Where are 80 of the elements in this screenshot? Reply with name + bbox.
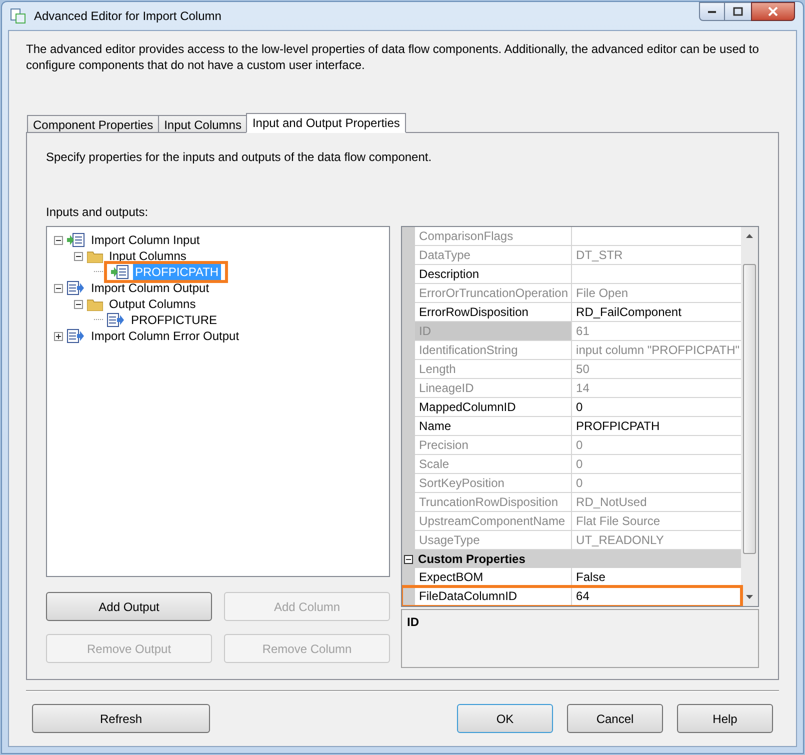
property-value[interactable]: RD_FailComponent — [572, 303, 741, 322]
property-value[interactable]: RD_NotUsed — [572, 493, 741, 512]
collapse-toggle[interactable] — [74, 300, 83, 308]
scroll-down-icon[interactable] — [746, 595, 753, 599]
scrollbar-thumb[interactable] — [743, 264, 756, 554]
close-icon — [768, 7, 778, 16]
close-button[interactable] — [751, 2, 795, 21]
property-name[interactable]: ErrorOrTruncationOperation — [415, 284, 572, 303]
property-name[interactable]: ID — [415, 322, 572, 341]
button[interactable]: Help — [677, 704, 773, 733]
property-name[interactable]: Name — [415, 417, 572, 436]
collapse-toggle[interactable] — [54, 284, 63, 292]
expand-toggle[interactable] — [54, 332, 63, 340]
tree-item[interactable]: PROFPICTURE — [129, 312, 220, 328]
button[interactable]: Refresh — [32, 704, 210, 733]
row-header — [402, 587, 416, 606]
property-value[interactable]: 61 — [572, 322, 741, 341]
property-name[interactable]: ComparisonFlags — [415, 227, 572, 246]
property-value[interactable]: 14 — [572, 379, 741, 398]
panel-hint-text: Specify properties for the inputs and outputs of the data flow component. — [46, 149, 433, 166]
arrow-into-list-icon — [111, 265, 129, 279]
arrow-into-list-icon — [67, 233, 85, 247]
list-with-arrow-icon — [107, 313, 125, 327]
row-header — [402, 227, 416, 246]
property-name[interactable]: FileDataColumnID — [415, 587, 572, 606]
collapse-toggle[interactable] — [404, 554, 414, 564]
tree-item[interactable]: Import Column Error Output — [89, 328, 242, 344]
list-with-arrow-icon — [67, 281, 85, 295]
collapse-toggle[interactable] — [74, 252, 83, 260]
property-name[interactable]: LineageID — [415, 379, 572, 398]
property-name[interactable]: Precision — [415, 436, 572, 455]
property-name[interactable]: MappedColumnID — [415, 398, 572, 417]
tree-item[interactable]: Import Column Input — [89, 232, 202, 248]
tab[interactable]: Input and Output Properties — [246, 113, 406, 133]
app-icon — [10, 8, 26, 24]
button[interactable]: Add Output — [46, 592, 212, 621]
section-label: Inputs and outputs: — [46, 204, 150, 221]
property-name[interactable]: Description — [415, 265, 572, 284]
minimize-button[interactable] — [699, 2, 725, 21]
property-name[interactable]: UpstreamComponentName — [415, 512, 572, 531]
folder-icon — [87, 298, 103, 310]
window-title: Advanced Editor for Import Column — [34, 8, 222, 25]
tree-item[interactable]: Import Column Output — [89, 280, 212, 296]
property-value[interactable]: 50 — [572, 360, 741, 379]
property-name[interactable]: IdentificationString — [415, 341, 572, 360]
tree-item[interactable]: Input Columns — [107, 248, 188, 264]
collapse-toggle[interactable] — [54, 236, 63, 244]
property-name[interactable]: Length — [415, 360, 572, 379]
tree-item[interactable]: Output Columns — [107, 296, 198, 312]
property-value[interactable]: UT_READONLY — [572, 531, 741, 550]
minimize-icon — [708, 10, 716, 12]
property-name[interactable]: Scale — [415, 455, 572, 474]
tab[interactable]: Input Columns — [158, 115, 248, 133]
description-text: The advanced editor provides access to the low-level properties of data flow components. Additionally, the advanced editor can be used to configure components that do not have a custom user interface. — [26, 41, 760, 73]
help-title: ID — [407, 615, 420, 629]
property-value[interactable]: input column "PROFPICPATH" — [572, 341, 741, 360]
property-value[interactable]: Flat File Source — [572, 512, 741, 531]
property-value[interactable]: 0 — [572, 474, 741, 493]
property-name[interactable]: ErrorRowDisposition — [415, 303, 572, 322]
property-value[interactable]: 0 — [572, 436, 741, 455]
property-value[interactable]: 0 — [572, 398, 741, 417]
scrollbar[interactable] — [741, 227, 758, 606]
tab[interactable]: Component Properties — [27, 115, 160, 133]
property-name[interactable]: DataType — [415, 246, 572, 265]
list-with-arrow-icon — [67, 329, 85, 343]
property-value[interactable]: DT_STR — [572, 246, 741, 265]
folder-icon — [87, 250, 103, 262]
button[interactable]: Cancel — [567, 704, 663, 733]
tree-item[interactable]: PROFPICPATH — [133, 264, 221, 280]
property-name[interactable]: TruncationRowDisposition — [415, 493, 572, 512]
maximize-icon — [733, 7, 743, 16]
property-value[interactable]: 0 — [572, 455, 741, 474]
property-name[interactable]: UsageType — [415, 531, 572, 550]
button[interactable]: OK — [457, 704, 553, 733]
property-value[interactable]: PROFPICPATH — [572, 417, 741, 436]
maximize-button[interactable] — [725, 2, 751, 21]
property-value[interactable]: 64 — [572, 587, 741, 606]
scroll-up-icon[interactable] — [746, 234, 753, 238]
property-value[interactable]: File Open — [572, 284, 741, 303]
property-name[interactable]: SortKeyPosition — [415, 474, 572, 493]
